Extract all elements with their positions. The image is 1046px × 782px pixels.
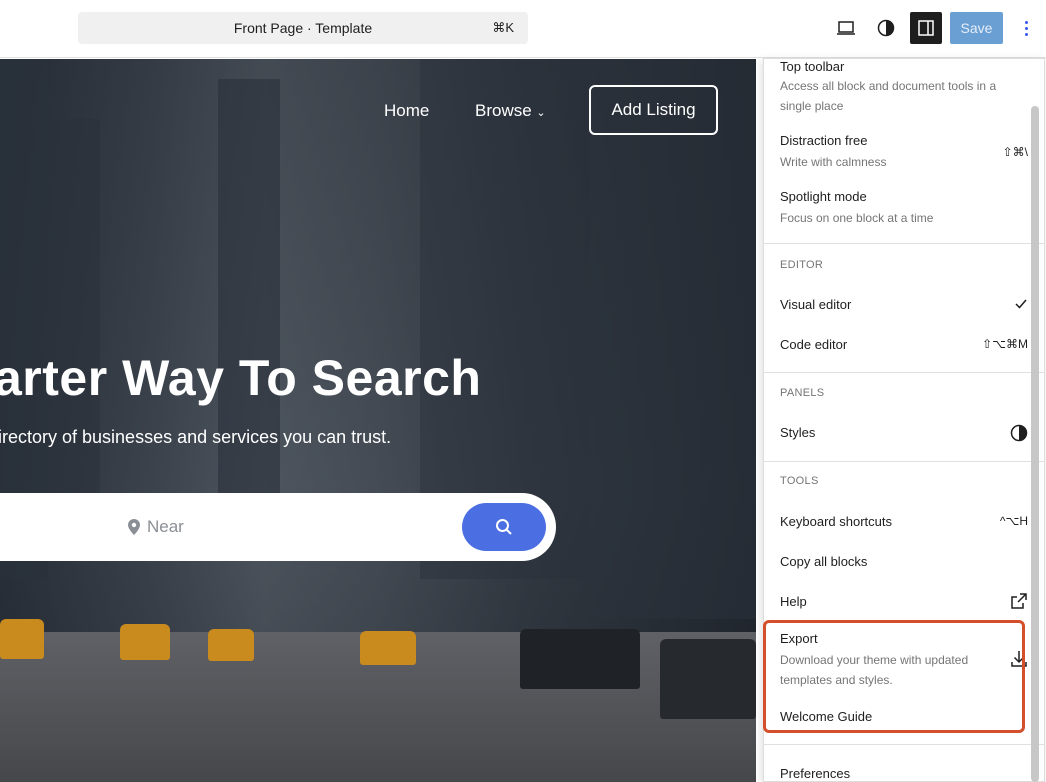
menu-item-label: Top toolbar: [780, 59, 845, 74]
menu-item-copy-all-blocks[interactable]: Copy all blocks: [780, 554, 1028, 569]
document-title: Front Page · Template: [233, 20, 373, 36]
menu-group-heading: EDITOR: [780, 259, 824, 271]
external-link-icon: [1011, 593, 1027, 609]
hero-subline: irectory of businesses and services you …: [0, 427, 392, 447]
menu-item-description: Focus on one block at a time: [780, 211, 934, 225]
menu-group-heading: PANELS: [780, 387, 825, 399]
building-shape: [218, 79, 280, 549]
editor-canvas[interactable]: Home Browse ⌄ Add Listing arter Way To S…: [0, 59, 756, 782]
menu-item-label: Distraction free: [780, 133, 868, 148]
chevron-down-icon: ⌄: [536, 107, 546, 119]
nav-browse-link[interactable]: Browse ⌄: [475, 101, 546, 121]
menu-divider: [764, 243, 1044, 244]
menu-item-label: Keyboard shortcuts: [780, 514, 893, 529]
sidebar-settings-icon[interactable]: [910, 12, 942, 44]
menu-item-help[interactable]: Help: [780, 593, 1028, 609]
menu-divider: [764, 372, 1044, 373]
taxi-shape: [360, 631, 416, 665]
menu-group-heading: TOOLS: [780, 475, 819, 487]
menu-item-shortcut: ^⌥H: [999, 514, 1028, 528]
menu-item-label: Visual editor: [780, 297, 852, 312]
taxi-shape: [0, 619, 44, 659]
menu-divider: [764, 461, 1044, 462]
menu-item-label: Styles: [780, 425, 816, 440]
nav-home-link[interactable]: Home: [384, 101, 429, 121]
taxi-shape: [120, 624, 170, 660]
menu-scrollbar[interactable]: [1031, 106, 1039, 782]
menu-item-code-editor[interactable]: Code editor ⇧⌥⌘M: [780, 337, 1028, 352]
taxi-shape: [208, 629, 254, 661]
menu-item-preferences[interactable]: Preferences: [780, 766, 1028, 781]
menu-item-spotlight-mode[interactable]: Spotlight mode Focus on one block at a t…: [780, 189, 1028, 228]
menu-item-description: Access all block and document tools in a…: [780, 79, 997, 113]
menu-item-label: Help: [780, 594, 807, 609]
checkmark-icon: [1015, 299, 1027, 309]
highlight-annotation-box: [763, 620, 1025, 733]
command-palette-button[interactable]: Front Page · Template ⌘K: [78, 12, 528, 44]
menu-item-description: Write with calmness: [780, 155, 887, 169]
menu-item-shortcut: ⇧⌘\: [1002, 145, 1028, 159]
nav-browse-label: Browse: [475, 101, 532, 120]
menu-divider: [764, 744, 1044, 745]
menu-item-distraction-free[interactable]: Distraction free Write with calmness ⇧⌘\: [780, 133, 1028, 172]
hero-search-bar: Near: [0, 493, 556, 561]
menu-item-shortcut: ⇧⌥⌘M: [982, 337, 1028, 351]
search-icon: [496, 519, 512, 535]
command-shortcut: ⌘K: [492, 20, 514, 35]
styles-contrast-icon: [1010, 424, 1028, 442]
parked-car-shape: [520, 629, 640, 689]
parked-car-shape: [660, 639, 756, 719]
add-listing-button[interactable]: Add Listing: [589, 85, 718, 135]
near-placeholder: Near: [147, 517, 184, 536]
menu-item-label: Spotlight mode: [780, 189, 867, 204]
styles-contrast-icon[interactable]: [870, 12, 902, 44]
near-location-field[interactable]: Near: [128, 517, 184, 537]
building-shape: [590, 59, 756, 619]
options-kebab-icon[interactable]: [1016, 14, 1036, 42]
hero-headline: arter Way To Search: [0, 350, 482, 406]
save-button[interactable]: Save: [950, 12, 1003, 44]
editor-top-bar: Front Page · Template ⌘K Save: [0, 0, 1046, 58]
desktop-view-icon[interactable]: [830, 12, 862, 44]
menu-item-label: Preferences: [780, 766, 851, 781]
hero-search-button[interactable]: [462, 503, 546, 551]
menu-item-keyboard-shortcuts[interactable]: Keyboard shortcuts ^⌥H: [780, 514, 1028, 529]
location-pin-icon: [128, 519, 140, 535]
menu-item-top-toolbar[interactable]: Top toolbar Access all block and documen…: [780, 59, 1028, 116]
menu-item-visual-editor[interactable]: Visual editor: [780, 297, 1028, 312]
menu-item-label: Copy all blocks: [780, 554, 868, 569]
menu-item-styles[interactable]: Styles: [780, 424, 1028, 442]
